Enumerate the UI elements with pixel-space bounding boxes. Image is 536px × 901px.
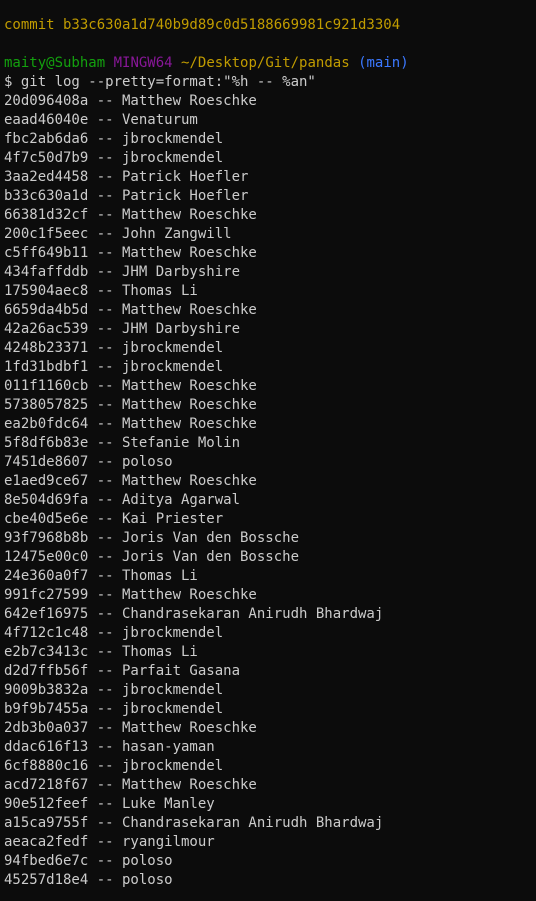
log-line: c5ff649b11 -- Matthew Roeschke	[4, 245, 257, 261]
log-line: 2db3b0a037 -- Matthew Roeschke	[4, 720, 257, 736]
log-line: e1aed9ce67 -- Matthew Roeschke	[4, 473, 257, 489]
log-line: b33c630a1d -- Patrick Hoefler	[4, 188, 249, 204]
log-line: 66381d32cf -- Matthew Roeschke	[4, 207, 257, 223]
log-line: acd7218f67 -- Matthew Roeschke	[4, 777, 257, 793]
shell-prompt: maity@Subham MINGW64 ~/Desktop/Git/panda…	[4, 54, 532, 73]
log-line: a15ca9755f -- Chandrasekaran Anirudh Bha…	[4, 815, 384, 831]
prompt-user-host: maity@Subham	[4, 55, 106, 71]
log-line: aeaca2fedf -- ryangilmour	[4, 834, 215, 850]
log-line: e2b7c3413c -- Thomas Li	[4, 644, 198, 660]
log-line: 90e512feef -- Luke Manley	[4, 796, 215, 812]
log-line: 642ef16975 -- Chandrasekaran Anirudh Bha…	[4, 606, 384, 622]
prompt-shell-name: MINGW64	[113, 55, 173, 71]
log-line: 4f712c1c48 -- jbrockmendel	[4, 625, 224, 641]
log-line: 9009b3832a -- jbrockmendel	[4, 682, 224, 698]
log-line: 4248b23371 -- jbrockmendel	[4, 340, 224, 356]
log-line: 200c1f5eec -- John Zangwill	[4, 226, 232, 242]
log-line: 6cf8880c16 -- jbrockmendel	[4, 758, 224, 774]
log-line: 991fc27599 -- Matthew Roeschke	[4, 587, 257, 603]
log-line: eaad46040e -- Venaturum	[4, 112, 198, 128]
log-line: 12475e00c0 -- Joris Van den Bossche	[4, 549, 300, 565]
log-line: 1fd31bdbf1 -- jbrockmendel	[4, 359, 224, 375]
log-line: 42a26ac539 -- JHM Darbyshire	[4, 321, 241, 337]
log-line: 20d096408a -- Matthew Roeschke	[4, 93, 257, 109]
prompt-branch: (main)	[358, 55, 409, 71]
log-line: 6659da4b5d -- Matthew Roeschke	[4, 302, 257, 318]
terminal-window[interactable]: commit b33c630a1d740b9d89c0d5188669981c9…	[0, 0, 536, 901]
log-line: 7451de8607 -- poloso	[4, 454, 173, 470]
log-line: 3aa2ed4458 -- Patrick Hoefler	[4, 169, 249, 185]
log-line: fbc2ab6da6 -- jbrockmendel	[4, 131, 224, 147]
log-line: 94fbed6e7c -- poloso	[4, 853, 173, 869]
commit-header-line: commit b33c630a1d740b9d89c0d5188669981c9…	[4, 17, 401, 33]
log-line: 434faffddb -- JHM Darbyshire	[4, 264, 241, 280]
log-line: 93f7968b8b -- Joris Van den Bossche	[4, 530, 300, 546]
log-line: b9f9b7455a -- jbrockmendel	[4, 701, 224, 717]
prompt-path: ~/Desktop/Git/pandas	[181, 55, 350, 71]
command-line[interactable]: $ git log --pretty=format:"%h -- %an"	[4, 73, 532, 92]
log-line: 45257d18e4 -- poloso	[4, 872, 173, 888]
log-line: 4f7c50d7b9 -- jbrockmendel	[4, 150, 224, 166]
log-line: 24e360a0f7 -- Thomas Li	[4, 568, 198, 584]
log-line: 5f8df6b83e -- Stefanie Molin	[4, 435, 241, 451]
log-line: cbe40d5e6e -- Kai Priester	[4, 511, 224, 527]
log-line: 011f1160cb -- Matthew Roeschke	[4, 378, 257, 394]
log-line: 175904aec8 -- Thomas Li	[4, 283, 198, 299]
log-line: 5738057825 -- Matthew Roeschke	[4, 397, 257, 413]
log-line: ddac616f13 -- hasan-yaman	[4, 739, 215, 755]
log-line: ea2b0fdc64 -- Matthew Roeschke	[4, 416, 257, 432]
git-log-output: 20d096408a -- Matthew Roeschke eaad46040e…	[4, 92, 532, 890]
log-line: 8e504d69fa -- Aditya Agarwal	[4, 492, 241, 508]
log-line: d2d7ffb56f -- Parfait Gasana	[4, 663, 241, 679]
